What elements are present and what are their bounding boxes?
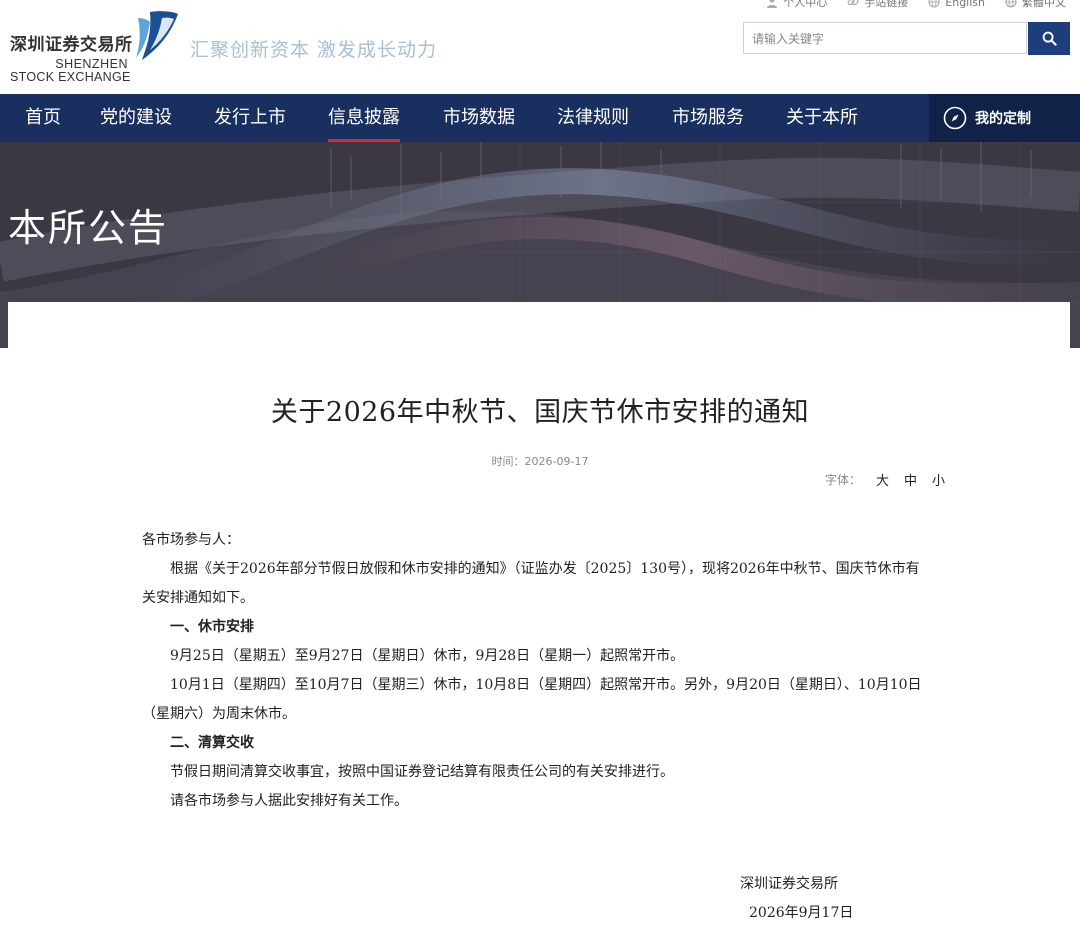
section-heading: 二、清算交收 xyxy=(170,735,254,751)
link-icon xyxy=(847,0,859,8)
my-custom-label: 我的定制 xyxy=(975,111,1031,127)
signature-org: 深圳证券交易所 xyxy=(740,876,838,892)
user-icon xyxy=(766,0,778,8)
site-logo[interactable]: 深圳证券交易所 SHENZHEN STOCK EXCHANGE xyxy=(10,30,133,84)
time-label: 时间： xyxy=(491,455,525,468)
font-size-medium[interactable]: 中 xyxy=(904,470,917,489)
nav-item-market-data[interactable]: 市场数据 xyxy=(443,94,515,142)
globe-icon xyxy=(928,0,940,8)
nav-item-disclosure[interactable]: 信息披露 xyxy=(328,94,400,142)
nav-item-market-services[interactable]: 市场服务 xyxy=(672,94,744,142)
salutation: 各市场参与人： xyxy=(142,532,240,548)
my-custom-button[interactable]: 我的定制 xyxy=(929,94,1080,142)
logo-en-line2: STOCK EXCHANGE xyxy=(10,70,131,84)
search-box xyxy=(743,22,1027,54)
logo-cn-text: 深圳证券交易所 xyxy=(10,35,133,55)
nav-item-home[interactable]: 首页 xyxy=(25,94,61,142)
signature-block: 深圳证券交易所 2026年9月17日 xyxy=(740,870,853,928)
nav-item-rules[interactable]: 法律规则 xyxy=(557,94,629,142)
top-link-label: 繁體中文 xyxy=(1022,0,1066,9)
top-link-label: 手站链接 xyxy=(864,0,909,9)
paragraph: 9月25日（星期五）至9月27日（星期日）休市，9月28日（星期一）起照常开市。 xyxy=(170,648,685,664)
top-link-mobile-site[interactable]: 手站链接 xyxy=(847,0,908,10)
article-title: 关于2026年中秋节、国庆节休市安排的通知 xyxy=(270,397,810,428)
nav-item-about[interactable]: 关于本所 xyxy=(786,94,858,142)
paragraph: 根据《关于2026年部分节假日放假和休市安排的通知》（证监办发〔2025〕130… xyxy=(142,561,920,606)
article-time: 时间：2026-09-17 xyxy=(0,453,1080,469)
paragraph: 节假日期间清算交收事宜，按照中国证券登记结算有限责任公司的有关安排进行。 xyxy=(170,764,674,780)
top-link-personal-center[interactable]: 个人中心 xyxy=(766,0,827,10)
section-heading: 一、休市安排 xyxy=(170,619,254,635)
szse-logo-mark-icon xyxy=(136,11,178,60)
nav-item-listing[interactable]: 发行上市 xyxy=(214,94,286,142)
paragraph: 请各市场参与人据此安排好有关工作。 xyxy=(170,793,408,809)
top-link-english[interactable]: English xyxy=(928,0,985,10)
font-size-label: 字体： xyxy=(825,473,862,487)
font-size-selector: 字体： 大 中 小 xyxy=(825,470,945,489)
paragraph: 10月1日（星期四）至10月7日（星期三）休市，10月8日（星期四）起照常开市。… xyxy=(142,677,922,722)
top-link-label: 个人中心 xyxy=(783,0,828,9)
site-header: 深圳证券交易所 SHENZHEN STOCK EXCHANGE 汇聚创新资本 激… xyxy=(0,0,1080,94)
font-size-large[interactable]: 大 xyxy=(876,470,889,489)
nav-item-party-building[interactable]: 党的建设 xyxy=(100,94,172,142)
top-link-label: English xyxy=(945,0,985,9)
site-slogan: 汇聚创新资本 激发成长动力 xyxy=(190,39,438,61)
search-button[interactable] xyxy=(1028,22,1070,55)
compass-icon xyxy=(943,106,967,130)
top-links: 个人中心 手站链接 English 繁體中文 xyxy=(766,0,1066,10)
article-body: 各市场参与人： 根据《关于2026年部分节假日放假和休市安排的通知》（证监办发〔… xyxy=(142,526,932,816)
search-icon xyxy=(1042,31,1057,46)
font-size-small[interactable]: 小 xyxy=(932,470,945,489)
search-input[interactable] xyxy=(750,24,1024,54)
globe-icon xyxy=(1005,0,1017,8)
top-link-traditional-chinese[interactable]: 繁體中文 xyxy=(1005,0,1066,10)
page-title: 本所公告 xyxy=(8,206,169,250)
time-value: 2026-09-17 xyxy=(524,455,589,468)
main-nav: 首页 党的建设 发行上市 信息披露 市场数据 法律规则 市场服务 关于本所 我的… xyxy=(0,94,1080,142)
